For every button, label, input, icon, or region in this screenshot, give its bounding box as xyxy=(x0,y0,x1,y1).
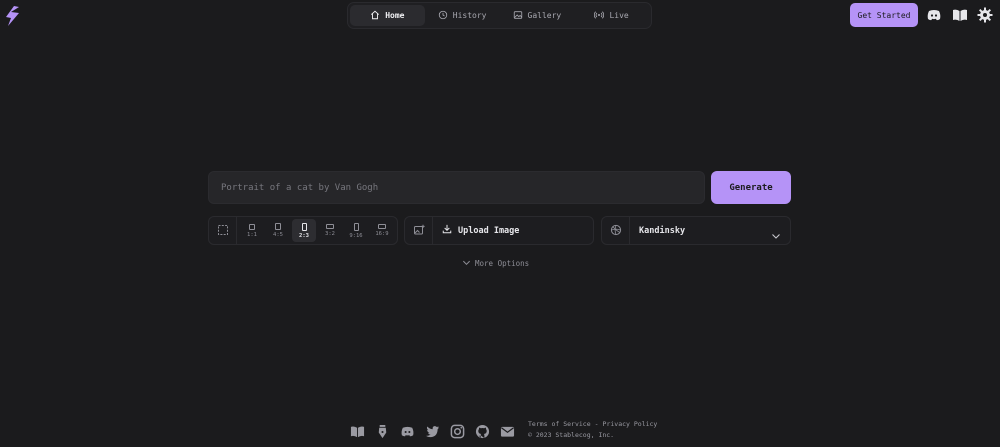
docs-book-icon[interactable] xyxy=(952,7,968,23)
home-icon xyxy=(370,10,380,22)
aspect-ratio-icon-cell xyxy=(209,217,237,244)
privacy-policy-link[interactable]: Privacy Policy xyxy=(603,419,658,430)
more-options-toggle[interactable]: More Options xyxy=(462,257,529,269)
discord-icon[interactable] xyxy=(400,424,415,439)
chevron-down-icon xyxy=(462,258,471,269)
nav-item-live[interactable]: Live xyxy=(574,5,649,26)
terms-of-service-link[interactable]: Terms of Service xyxy=(528,419,591,430)
pen-nib-icon[interactable] xyxy=(375,424,390,439)
ratio-label: 16:9 xyxy=(375,231,389,237)
ratio-shape-icon xyxy=(378,224,386,229)
image-icon-cell xyxy=(405,217,433,244)
ratio-label: 2:3 xyxy=(299,232,309,239)
ratio-shape-icon xyxy=(249,223,255,230)
ratio-option-1-1[interactable]: 1:1 xyxy=(240,219,264,242)
live-icon xyxy=(594,10,605,22)
image-add-icon xyxy=(413,221,425,240)
ratio-label: 3:2 xyxy=(325,231,335,237)
ratio-option-2-3[interactable]: 2:3 xyxy=(292,219,316,242)
ratio-option-16-9[interactable]: 16:9 xyxy=(370,219,394,242)
ratio-shape-icon xyxy=(275,223,281,230)
chevron-down-icon xyxy=(771,226,781,239)
ratio-label: 4:5 xyxy=(273,232,283,238)
twitter-icon[interactable] xyxy=(425,424,440,439)
nav-item-label: Live xyxy=(609,11,629,20)
model-selected-value: Kandinsky xyxy=(639,225,686,236)
model-ball-icon xyxy=(610,221,622,240)
aspect-ratio-icon xyxy=(217,221,229,240)
ratio-shape-icon xyxy=(326,224,334,229)
history-icon xyxy=(438,10,448,22)
stablecog-logo[interactable] xyxy=(5,5,21,27)
more-options-label: More Options xyxy=(475,258,530,268)
nav-item-history[interactable]: History xyxy=(425,5,500,26)
get-started-button[interactable]: Get Started xyxy=(850,3,918,27)
ratio-option-4-5[interactable]: 4:5 xyxy=(266,219,290,242)
settings-gear-icon[interactable] xyxy=(977,7,993,23)
prompt-input[interactable] xyxy=(208,171,705,204)
generate-button[interactable]: Generate xyxy=(711,171,791,204)
ratio-shape-icon xyxy=(353,222,359,231)
gallery-icon xyxy=(513,10,523,22)
footer-separator: - xyxy=(594,420,599,428)
book-icon[interactable] xyxy=(350,424,365,439)
aspect-ratio-selector: 1:1 4:5 2:3 3:2 9:16 16:9 xyxy=(208,216,398,245)
download-icon xyxy=(442,224,452,237)
ratio-shape-icon xyxy=(301,222,307,231)
nav-item-gallery[interactable]: Gallery xyxy=(500,5,575,26)
model-select[interactable]: Kandinsky xyxy=(601,216,791,245)
footer-social-links xyxy=(350,424,515,439)
mail-icon[interactable] xyxy=(500,424,515,439)
model-icon-cell xyxy=(602,217,630,244)
nav-item-label: History xyxy=(452,11,487,20)
ratio-option-9-16[interactable]: 9:16 xyxy=(344,219,368,242)
footer-links: Terms of Service - Privacy Policy © 2023… xyxy=(528,419,657,441)
main-nav: Home History Gallery Live xyxy=(347,2,652,29)
nav-item-home[interactable]: Home xyxy=(350,5,425,26)
ratio-option-3-2[interactable]: 3:2 xyxy=(318,219,342,242)
ratio-label: 1:1 xyxy=(247,231,257,238)
ratio-label: 9:16 xyxy=(349,232,363,239)
upload-image-label: Upload Image xyxy=(458,225,520,236)
nav-item-label: Gallery xyxy=(527,11,562,20)
github-icon[interactable] xyxy=(475,424,490,439)
instagram-icon[interactable] xyxy=(450,424,465,439)
copyright-text: © 2023 Stablecog, Inc. xyxy=(528,431,615,439)
nav-item-label: Home xyxy=(385,11,405,20)
upload-image-button[interactable]: Upload Image xyxy=(404,216,594,245)
discord-icon[interactable] xyxy=(926,7,942,23)
